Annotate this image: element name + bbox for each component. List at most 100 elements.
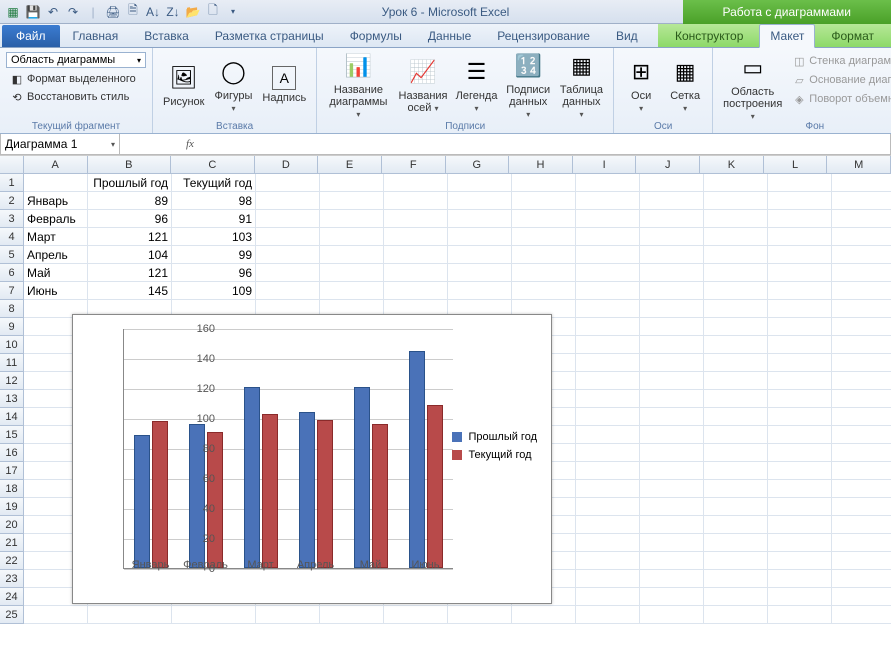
cell-B7[interactable]: 145	[88, 282, 172, 300]
cell-D2[interactable]	[256, 192, 320, 210]
row-header-4[interactable]: 4	[0, 228, 24, 246]
row-header-22[interactable]: 22	[0, 552, 24, 570]
cell-A3[interactable]: Февраль	[24, 210, 88, 228]
cell-L10[interactable]	[768, 336, 832, 354]
cell-M15[interactable]	[832, 426, 891, 444]
cell-H6[interactable]	[512, 264, 576, 282]
bar-Текущий год-Апрель[interactable]	[317, 420, 333, 569]
embedded-chart[interactable]: Прошлый год Текущий год 0204060801001201…	[72, 314, 552, 604]
row-header-11[interactable]: 11	[0, 354, 24, 372]
cell-F4[interactable]	[384, 228, 448, 246]
row-header-2[interactable]: 2	[0, 192, 24, 210]
insert-picture-button[interactable]: 🖼 Рисунок	[159, 60, 209, 110]
cell-K19[interactable]	[704, 498, 768, 516]
cell-I25[interactable]	[576, 606, 640, 624]
cell-J14[interactable]	[640, 408, 704, 426]
redo-icon[interactable]: ↷	[64, 3, 82, 21]
cell-E2[interactable]	[320, 192, 384, 210]
cell-K22[interactable]	[704, 552, 768, 570]
row-header-8[interactable]: 8	[0, 300, 24, 318]
formula-input[interactable]	[200, 137, 890, 151]
cell-M17[interactable]	[832, 462, 891, 480]
col-header-F[interactable]: F	[382, 156, 446, 173]
cell-K8[interactable]	[704, 300, 768, 318]
cell-K25[interactable]	[704, 606, 768, 624]
axes-button[interactable]: ⊞ Оси▾	[620, 54, 662, 116]
row-header-10[interactable]: 10	[0, 336, 24, 354]
cell-I4[interactable]	[576, 228, 640, 246]
row-header-1[interactable]: 1	[0, 174, 24, 192]
save-icon[interactable]: 💾	[24, 3, 42, 21]
cell-F1[interactable]	[384, 174, 448, 192]
cell-G2[interactable]	[448, 192, 512, 210]
cell-I17[interactable]	[576, 462, 640, 480]
legend-item-1[interactable]: Прошлый год	[452, 431, 537, 443]
cell-L14[interactable]	[768, 408, 832, 426]
cell-I13[interactable]	[576, 390, 640, 408]
row-header-7[interactable]: 7	[0, 282, 24, 300]
cell-L6[interactable]	[768, 264, 832, 282]
cell-K12[interactable]	[704, 372, 768, 390]
cell-K10[interactable]	[704, 336, 768, 354]
cell-I16[interactable]	[576, 444, 640, 462]
cell-M23[interactable]	[832, 570, 891, 588]
cell-I19[interactable]	[576, 498, 640, 516]
row-header-12[interactable]: 12	[0, 372, 24, 390]
cell-L21[interactable]	[768, 534, 832, 552]
cell-D1[interactable]	[256, 174, 320, 192]
tab-insert[interactable]: Вставка	[134, 25, 199, 47]
cell-M10[interactable]	[832, 336, 891, 354]
open-icon[interactable]: 📂	[184, 3, 202, 21]
preview-icon[interactable]: 🗎	[124, 3, 142, 21]
cell-I21[interactable]	[576, 534, 640, 552]
insert-textbox-button[interactable]: A Надпись	[258, 64, 310, 106]
cell-L16[interactable]	[768, 444, 832, 462]
tab-data[interactable]: Данные	[418, 25, 481, 47]
cell-L8[interactable]	[768, 300, 832, 318]
col-header-K[interactable]: K	[700, 156, 764, 173]
cell-I23[interactable]	[576, 570, 640, 588]
col-header-G[interactable]: G	[446, 156, 510, 173]
cell-M14[interactable]	[832, 408, 891, 426]
col-header-E[interactable]: E	[318, 156, 382, 173]
cell-I15[interactable]	[576, 426, 640, 444]
cell-L13[interactable]	[768, 390, 832, 408]
cell-L17[interactable]	[768, 462, 832, 480]
bar-Прошлый год-Апрель[interactable]	[299, 412, 315, 568]
cell-M19[interactable]	[832, 498, 891, 516]
name-box[interactable]: Диаграмма 1 ▾	[0, 134, 120, 155]
cell-B25[interactable]	[88, 606, 172, 624]
cell-D3[interactable]	[256, 210, 320, 228]
cell-M18[interactable]	[832, 480, 891, 498]
cell-M3[interactable]	[832, 210, 891, 228]
tab-review[interactable]: Рецензирование	[487, 25, 600, 47]
cell-C3[interactable]: 91	[172, 210, 256, 228]
cell-H7[interactable]	[512, 282, 576, 300]
cell-M13[interactable]	[832, 390, 891, 408]
cell-J10[interactable]	[640, 336, 704, 354]
col-header-C[interactable]: C	[171, 156, 255, 173]
cell-K4[interactable]	[704, 228, 768, 246]
cell-D25[interactable]	[256, 606, 320, 624]
cell-A1[interactable]	[24, 174, 88, 192]
cell-J19[interactable]	[640, 498, 704, 516]
cell-M1[interactable]	[832, 174, 891, 192]
row-header-3[interactable]: 3	[0, 210, 24, 228]
cell-L15[interactable]	[768, 426, 832, 444]
row-header-5[interactable]: 5	[0, 246, 24, 264]
cell-L25[interactable]	[768, 606, 832, 624]
cell-K2[interactable]	[704, 192, 768, 210]
cell-A5[interactable]: Апрель	[24, 246, 88, 264]
cell-I20[interactable]	[576, 516, 640, 534]
cell-L12[interactable]	[768, 372, 832, 390]
cell-J24[interactable]	[640, 588, 704, 606]
cell-G3[interactable]	[448, 210, 512, 228]
cell-K7[interactable]	[704, 282, 768, 300]
tab-view[interactable]: Вид	[606, 25, 648, 47]
cell-M22[interactable]	[832, 552, 891, 570]
cell-J16[interactable]	[640, 444, 704, 462]
col-header-H[interactable]: H	[509, 156, 573, 173]
cell-K16[interactable]	[704, 444, 768, 462]
row-header-14[interactable]: 14	[0, 408, 24, 426]
plot-area-button[interactable]: ▭ Область построения ▾	[719, 50, 786, 124]
